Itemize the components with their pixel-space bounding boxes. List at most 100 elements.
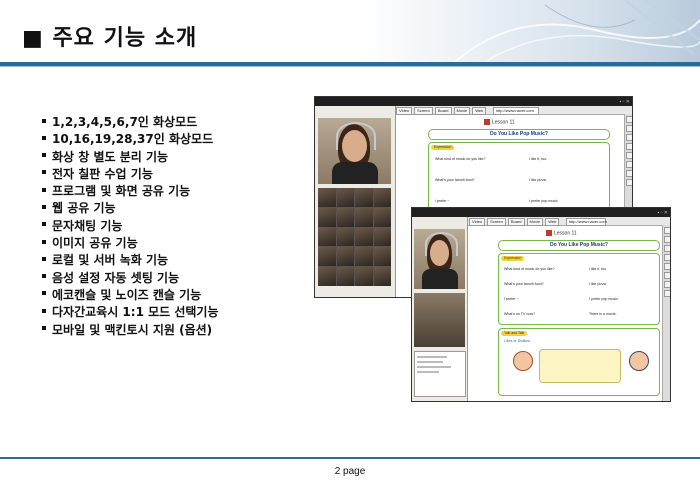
expression-question: What's on TV now? bbox=[504, 312, 535, 316]
video-tile bbox=[373, 207, 391, 227]
marker-tool-icon[interactable] bbox=[626, 125, 632, 132]
text-tool-icon[interactable] bbox=[664, 272, 670, 279]
screen-button[interactable]: Screen bbox=[414, 107, 433, 115]
line-tool-icon[interactable] bbox=[626, 143, 632, 150]
video-tile bbox=[336, 188, 354, 207]
bullet-icon bbox=[42, 308, 46, 313]
lesson-question: Do You Like Pop Music? bbox=[428, 129, 610, 140]
board-button[interactable]: Board bbox=[507, 218, 525, 226]
expression-answer: I prefer pop music. bbox=[529, 199, 559, 203]
text-tool-icon[interactable] bbox=[626, 161, 632, 168]
bullet-icon bbox=[42, 204, 46, 209]
expression-question: What kind of music do you like? bbox=[504, 267, 555, 271]
feature-list: 1,2,3,4,5,6,7인 화상모드 10,16,19,28,37인 화상모드… bbox=[42, 114, 219, 339]
feature-item: 음성 설정 자동 셋팅 기능 bbox=[42, 270, 219, 287]
video-tile bbox=[336, 207, 354, 227]
share-toolbar: Video Screen Board Movie Web http://www.nave… bbox=[395, 106, 632, 115]
lesson-question: Do You Like Pop Music? bbox=[498, 240, 660, 251]
video-tile bbox=[318, 247, 336, 267]
bullet-icon bbox=[42, 135, 46, 140]
feature-item: 로컬 및 서버 녹화 기능 bbox=[42, 252, 219, 269]
lesson-title: Lesson 11 bbox=[484, 119, 515, 125]
video-tile bbox=[355, 267, 373, 286]
screen-button[interactable]: Screen bbox=[487, 218, 506, 226]
expression-tag: Expression bbox=[431, 145, 455, 150]
expression-answer: I like pizza. bbox=[589, 282, 607, 286]
video-tile bbox=[355, 247, 373, 267]
expression-box: Expression What kind of music do you lik… bbox=[498, 253, 660, 325]
boy-avatar-icon bbox=[629, 351, 649, 371]
chat-panel bbox=[414, 351, 466, 397]
expression-question: What kind of music do you like? bbox=[435, 157, 486, 161]
feature-item: 전자 칠판 수업 기능 bbox=[42, 166, 219, 183]
bullet-icon bbox=[42, 291, 46, 296]
movie-button[interactable]: Movie bbox=[453, 107, 471, 115]
talk-tag: Talk and Talk bbox=[501, 331, 528, 336]
video-grid bbox=[318, 188, 391, 286]
undo-tool-icon[interactable] bbox=[664, 290, 670, 297]
expression-answer: I like it, too. bbox=[529, 157, 548, 161]
annotation-toolbar bbox=[662, 225, 670, 401]
expression-answer: I prefer pop music. bbox=[589, 297, 619, 301]
bullet-icon bbox=[42, 187, 46, 192]
url-field[interactable]: http://www.naver.com bbox=[565, 218, 607, 226]
color-tool-icon[interactable] bbox=[626, 170, 632, 177]
video-button[interactable]: Video bbox=[469, 218, 486, 226]
video-tile bbox=[318, 188, 336, 207]
video-button[interactable]: Video bbox=[396, 107, 413, 115]
web-button[interactable]: Web bbox=[545, 218, 560, 226]
video-side-panel bbox=[315, 106, 396, 297]
shape-tool-icon[interactable] bbox=[626, 152, 632, 159]
web-button[interactable]: Web bbox=[472, 107, 487, 115]
video-tile bbox=[318, 267, 336, 286]
screenshot-separated-window-mode: ▪ ▫ ✕ Video Screen Board Movie Web http://ww… bbox=[411, 207, 671, 402]
video-tile bbox=[336, 267, 354, 286]
line-tool-icon[interactable] bbox=[664, 254, 670, 261]
feature-item: 이미지 공유 기능 bbox=[42, 235, 219, 252]
video-tile bbox=[373, 188, 391, 207]
expression-answer: I like pizza. bbox=[529, 178, 547, 182]
video-tile bbox=[373, 267, 391, 286]
feature-item: 1,2,3,4,5,6,7인 화상모드 bbox=[42, 114, 219, 131]
pen-tool-icon[interactable] bbox=[626, 116, 632, 123]
bullet-icon bbox=[42, 239, 46, 244]
feature-item: 화상 창 별도 분리 기능 bbox=[42, 149, 219, 166]
secondary-video-feed bbox=[414, 293, 465, 347]
bullet-icon bbox=[42, 326, 46, 331]
feature-item: 모바일 및 맥킨토시 지원 (옵션) bbox=[42, 322, 219, 339]
expression-question: I prefer ~ bbox=[435, 199, 450, 203]
eraser-tool-icon[interactable] bbox=[664, 245, 670, 252]
page-title: ■ 주요 기능 소개 bbox=[22, 26, 198, 51]
video-tile bbox=[355, 188, 373, 207]
expression-question: I prefer ~ bbox=[504, 297, 519, 301]
title-divider-thin bbox=[0, 66, 700, 67]
color-tool-icon[interactable] bbox=[664, 281, 670, 288]
main-video-feed bbox=[318, 118, 391, 184]
video-tile bbox=[336, 227, 354, 247]
shape-tool-icon[interactable] bbox=[664, 263, 670, 270]
bullet-icon bbox=[42, 274, 46, 279]
main-video-feed bbox=[414, 229, 465, 289]
person-body bbox=[332, 162, 378, 184]
window-titlebar: ▪ ▫ ✕ bbox=[315, 97, 632, 106]
bullet-icon bbox=[42, 170, 46, 175]
movie-button[interactable]: Movie bbox=[526, 218, 544, 226]
bullet-icon bbox=[42, 153, 46, 158]
expression-answer: I like it, too. bbox=[589, 267, 608, 271]
video-side-panel bbox=[412, 217, 468, 401]
undo-tool-icon[interactable] bbox=[626, 179, 632, 186]
video-tile bbox=[318, 207, 336, 227]
expression-question: What's your favorit food? bbox=[435, 178, 475, 182]
bullet-icon bbox=[42, 118, 46, 123]
url-field[interactable]: http://www.naver.com bbox=[492, 107, 539, 115]
eraser-tool-icon[interactable] bbox=[626, 134, 632, 141]
board-button[interactable]: Board bbox=[434, 107, 452, 115]
expression-tag: Expression bbox=[501, 256, 525, 261]
feature-item: 다자간교육시 1:1 모드 선택기능 bbox=[42, 304, 219, 321]
feature-item: 프로그램 및 화면 공유 기능 bbox=[42, 183, 219, 200]
pen-tool-icon[interactable] bbox=[664, 227, 670, 234]
expression-answer: There is a movie. bbox=[589, 312, 617, 316]
marker-tool-icon[interactable] bbox=[664, 236, 670, 243]
book-icon bbox=[484, 119, 490, 125]
footer-divider bbox=[0, 457, 700, 459]
